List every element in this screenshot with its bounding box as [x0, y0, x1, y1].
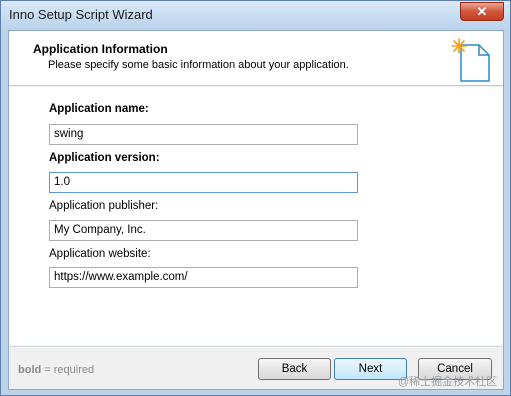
app-version-input[interactable]: 1.0	[49, 172, 358, 193]
app-publisher-input[interactable]: My Company, Inc.	[49, 220, 358, 241]
legend-text: = required	[41, 364, 95, 376]
page-title: Application Information	[33, 42, 168, 56]
title-bar[interactable]: Inno Setup Script Wizard ✕	[1, 1, 510, 28]
app-info-form: Application name: swing Application vers…	[9, 87, 503, 345]
legend-bold: bold	[18, 364, 42, 376]
close-icon: ✕	[476, 4, 488, 19]
app-name-label: Application name:	[49, 103, 149, 115]
close-button[interactable]: ✕	[460, 2, 504, 21]
wizard-client-area: Application Information Please specify s…	[8, 30, 504, 390]
app-website-label: Application website:	[49, 248, 151, 260]
wizard-window: Inno Setup Script Wizard ✕ Application I…	[0, 0, 511, 396]
next-button[interactable]: Next	[334, 358, 407, 380]
document-star-icon	[451, 38, 490, 82]
page-subtitle: Please specify some basic information ab…	[48, 59, 349, 71]
footer-divider	[9, 346, 503, 347]
back-button[interactable]: Back	[258, 358, 331, 380]
required-legend: bold = required	[18, 364, 94, 376]
watermark: @稀土掘金技术社区	[398, 376, 498, 388]
app-publisher-label: Application publisher:	[49, 200, 159, 212]
app-website-input[interactable]: https://www.example.com/	[49, 267, 358, 288]
header-panel: Application Information Please specify s…	[9, 31, 503, 86]
app-name-input[interactable]: swing	[49, 124, 358, 145]
app-version-label: Application version:	[49, 152, 160, 164]
window-title: Inno Setup Script Wizard	[9, 7, 153, 22]
